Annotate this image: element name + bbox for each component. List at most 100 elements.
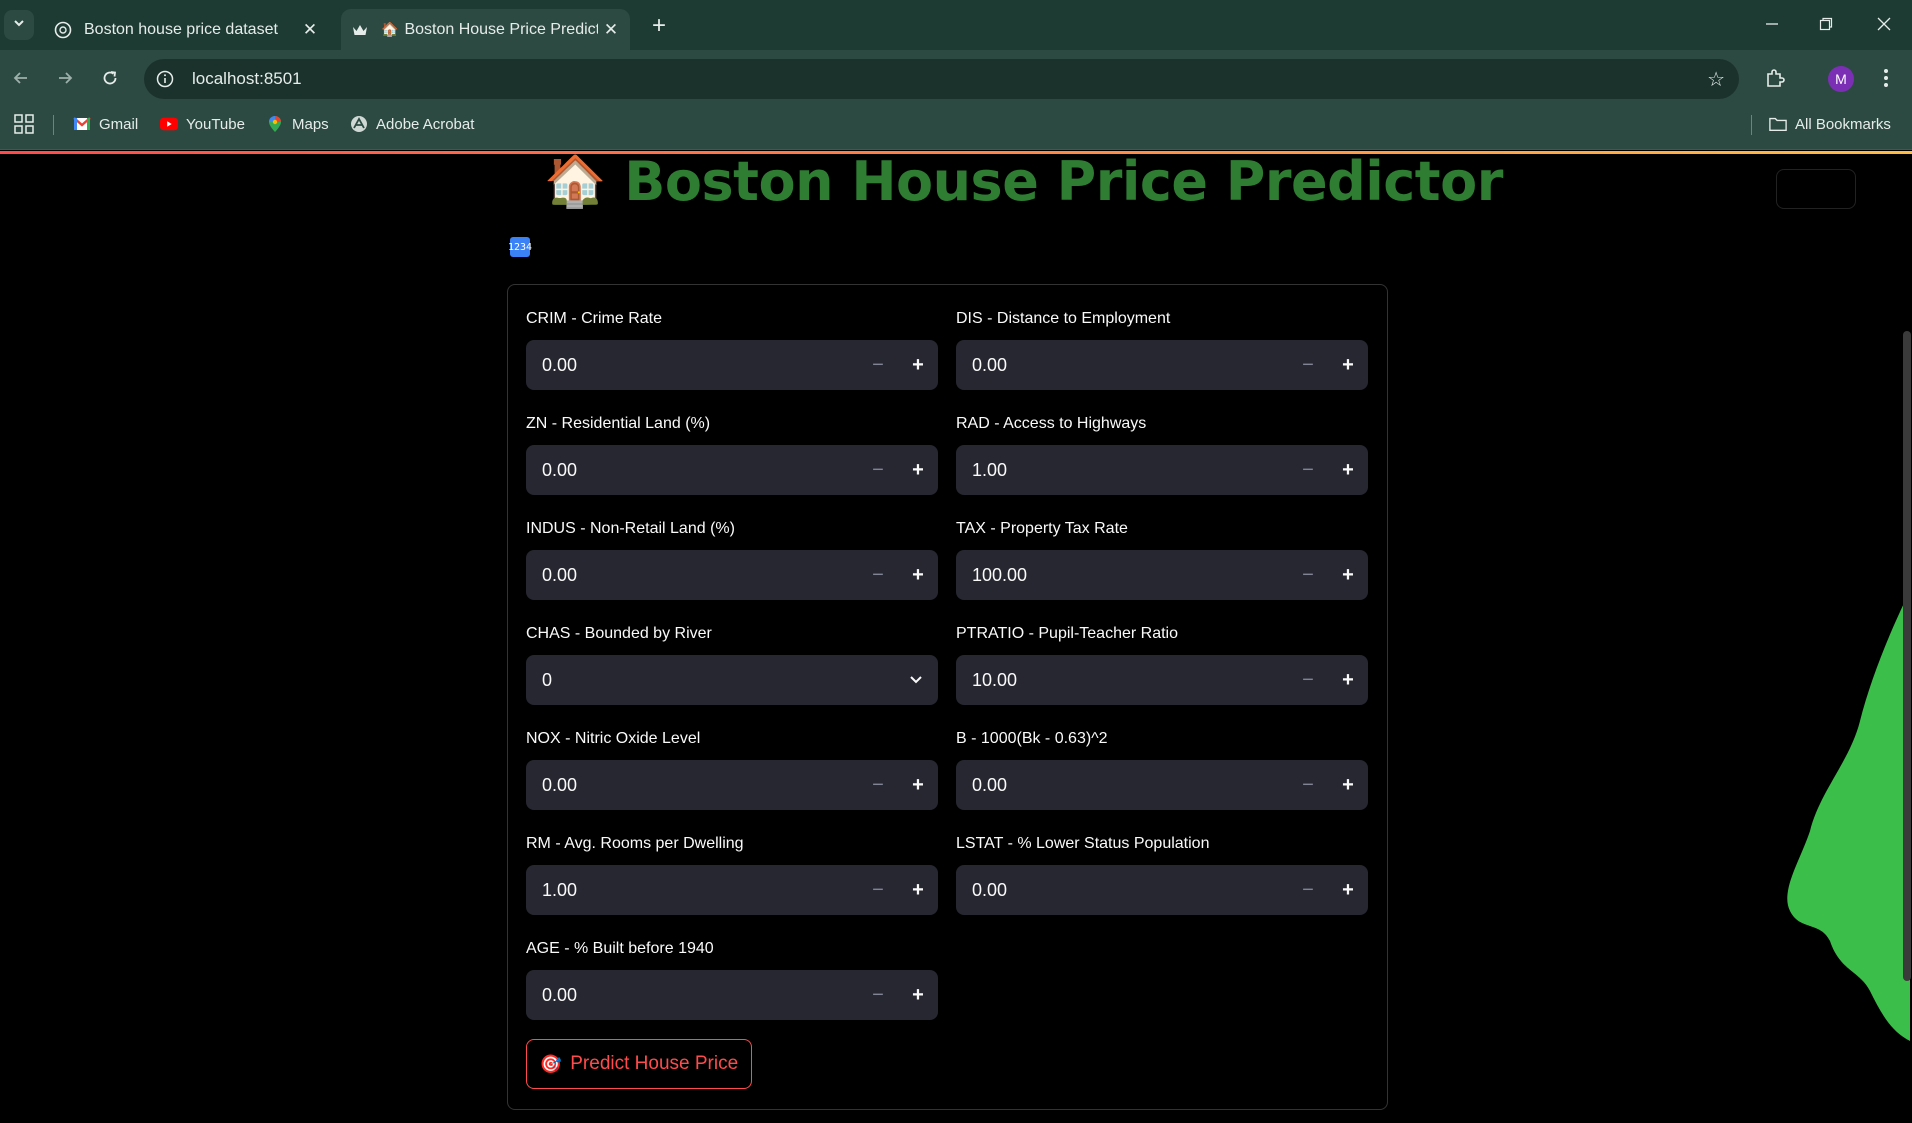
new-tab-button[interactable]: + (645, 12, 673, 40)
input-value[interactable]: 100.00 (972, 565, 1288, 586)
tab-boston-dataset[interactable]: Boston house price dataset ✕ (44, 9, 329, 50)
input-value[interactable]: 0.00 (542, 460, 858, 481)
increment-button[interactable]: + (1328, 445, 1368, 495)
chevron-down-icon[interactable] (894, 655, 938, 705)
input-value[interactable]: 0.00 (972, 880, 1288, 901)
decrement-button[interactable]: − (1288, 445, 1328, 495)
select-input[interactable]: 0 (526, 655, 938, 705)
increment-button[interactable]: + (898, 970, 938, 1020)
bookmarks-bar: Gmail YouTube Maps Adobe Acrobat All Boo… (0, 106, 1912, 150)
field-b: B - 1000(Bk - 0.63)^2 0.00 − + (956, 726, 1368, 810)
number-input[interactable]: 1.00 − + (526, 865, 938, 915)
bookmark-star-icon[interactable]: ☆ (1707, 67, 1725, 92)
more-menu-icon[interactable] (1871, 63, 1901, 93)
bookmarks-divider (1751, 115, 1752, 135)
increment-button[interactable]: + (898, 760, 938, 810)
extensions-icon[interactable] (1760, 63, 1790, 93)
field-nox: NOX - Nitric Oxide Level 0.00 − + (526, 726, 938, 810)
app-header-toolbar[interactable] (1776, 169, 1856, 209)
back-icon[interactable] (6, 63, 36, 93)
bookmark-youtube[interactable]: YouTube (160, 106, 245, 142)
input-value[interactable]: 0.00 (542, 565, 858, 586)
site-info-icon[interactable] (152, 66, 178, 92)
number-input[interactable]: 0.00 − + (526, 550, 938, 600)
input-value[interactable]: 0.00 (542, 985, 858, 1006)
increment-button[interactable]: + (1328, 760, 1368, 810)
decrement-button[interactable]: − (1288, 865, 1328, 915)
number-input[interactable]: 0.00 − + (956, 340, 1368, 390)
field-rad: RAD - Access to Highways 1.00 − + (956, 411, 1368, 495)
number-input[interactable]: 0.00 − + (526, 760, 938, 810)
input-value[interactable]: 0.00 (972, 775, 1288, 796)
bookmark-label: Adobe Acrobat (376, 115, 475, 133)
browser-toolbar: localhost:8501 ☆ (0, 50, 1912, 106)
increment-button[interactable]: + (898, 340, 938, 390)
number-input[interactable]: 0.00 − + (956, 865, 1368, 915)
number-input[interactable]: 100.00 − + (956, 550, 1368, 600)
tab-house-predictor[interactable]: 🏠 Boston House Price Predicto ✕ (341, 9, 630, 50)
tab-title: Boston House Price Predicto (404, 20, 598, 38)
input-value[interactable]: 1.00 (972, 460, 1288, 481)
scrollbar-thumb[interactable] (1903, 331, 1911, 981)
field-label: INDUS - Non-Retail Land (%) (526, 520, 735, 537)
decrement-button[interactable]: − (858, 550, 898, 600)
house-emoji-icon: 🏠 (544, 152, 607, 209)
field-tax: TAX - Property Tax Rate 100.00 − + (956, 516, 1368, 600)
field-ptratio: PTRATIO - Pupil-Teacher Ratio 10.00 − + (956, 621, 1368, 705)
input-value[interactable]: 0.00 (972, 355, 1288, 376)
increment-button[interactable]: + (1328, 550, 1368, 600)
field-label: DIS - Distance to Employment (956, 310, 1171, 327)
target-emoji-icon: 🎯 (539, 1053, 563, 1074)
input-value[interactable]: 0.00 (542, 355, 858, 376)
input-value[interactable]: 10.00 (972, 670, 1288, 691)
selected-value[interactable]: 0 (542, 670, 894, 691)
decrement-button[interactable]: − (1288, 550, 1328, 600)
increment-button[interactable]: + (898, 550, 938, 600)
number-input[interactable]: 0.00 − + (956, 760, 1368, 810)
number-input[interactable]: 0.00 − + (526, 340, 938, 390)
close-icon[interactable]: ✕ (297, 17, 323, 43)
decrement-button[interactable]: − (858, 340, 898, 390)
bookmark-label: Gmail (99, 115, 139, 133)
number-input[interactable]: 0.00 − + (526, 970, 938, 1020)
forward-icon[interactable] (50, 63, 80, 93)
decorative-blob (1787, 591, 1910, 1041)
restore-icon[interactable] (1806, 8, 1846, 40)
number-input[interactable]: 0.00 − + (526, 445, 938, 495)
decrement-button[interactable]: − (858, 865, 898, 915)
address-bar[interactable]: localhost:8501 ☆ (144, 59, 1739, 99)
field-age: AGE - % Built before 1940 0.00 − + (526, 936, 938, 1020)
apps-icon[interactable] (14, 106, 34, 142)
field-label: RM - Avg. Rooms per Dwelling (526, 835, 744, 852)
field-label: RAD - Access to Highways (956, 415, 1147, 432)
bookmark-maps[interactable]: Maps (266, 106, 329, 142)
decrement-button[interactable]: − (858, 760, 898, 810)
minimize-icon[interactable] (1752, 8, 1792, 40)
all-bookmarks[interactable]: All Bookmarks (1769, 106, 1891, 142)
increment-button[interactable]: + (1328, 865, 1368, 915)
number-input[interactable]: 1.00 − + (956, 445, 1368, 495)
increment-button[interactable]: + (1328, 655, 1368, 705)
decrement-button[interactable]: − (1288, 760, 1328, 810)
predict-button[interactable]: 🎯 Predict House Price (526, 1039, 752, 1089)
number-input[interactable]: 10.00 − + (956, 655, 1368, 705)
tab-search-button[interactable] (4, 10, 34, 40)
decrement-button[interactable]: − (858, 970, 898, 1020)
input-value[interactable]: 0.00 (542, 775, 858, 796)
bookmark-gmail[interactable]: Gmail (73, 106, 138, 142)
reload-icon[interactable] (95, 63, 125, 93)
increment-button[interactable]: + (898, 445, 938, 495)
increment-button[interactable]: + (1328, 340, 1368, 390)
window-close-icon[interactable] (1864, 8, 1904, 40)
increment-button[interactable]: + (898, 865, 938, 915)
input-value[interactable]: 1.00 (542, 880, 858, 901)
decrement-button[interactable]: − (858, 445, 898, 495)
decrement-button[interactable]: − (1288, 340, 1328, 390)
bookmarks-divider (53, 115, 54, 135)
decrement-button[interactable]: − (1288, 655, 1328, 705)
bookmark-acrobat[interactable]: Adobe Acrobat (350, 106, 474, 142)
title-text: Boston House Price Predictor (624, 151, 1503, 213)
close-icon[interactable]: ✕ (598, 17, 624, 43)
folder-icon (1769, 115, 1787, 133)
profile-avatar[interactable]: M (1828, 66, 1854, 92)
